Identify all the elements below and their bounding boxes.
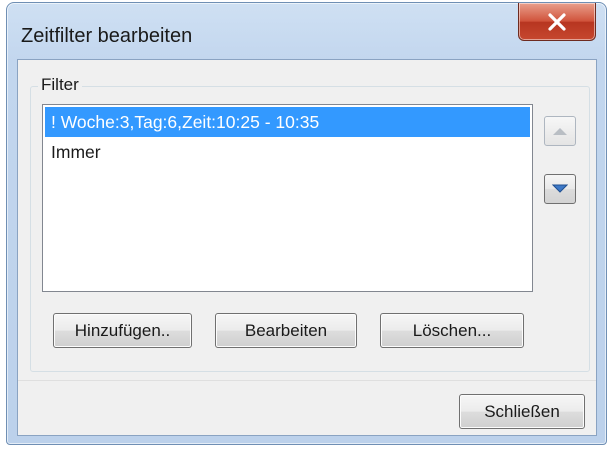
arrow-down-icon	[552, 184, 568, 193]
add-button[interactable]: Hinzufügen..	[53, 313, 192, 348]
window-title: Zeitfilter bearbeiten	[21, 25, 193, 47]
footer-separator	[18, 380, 596, 381]
list-item[interactable]: Immer	[45, 137, 530, 167]
filter-group-label: Filter	[38, 75, 82, 95]
delete-button[interactable]: Löschen...	[380, 313, 524, 348]
window-close-button[interactable]	[518, 3, 596, 41]
close-icon	[548, 12, 566, 31]
dialog-window: Zeitfilter bearbeiten Filter ! Woche:3,T…	[6, 2, 607, 445]
filter-listbox[interactable]: ! Woche:3,Tag:6,Zeit:10:25 - 10:35 Immer	[42, 104, 533, 292]
edit-button[interactable]: Bearbeiten	[215, 313, 357, 348]
close-button[interactable]: Schließen	[459, 394, 585, 429]
dialog-client-area: Filter ! Woche:3,Tag:6,Zeit:10:25 - 10:3…	[17, 59, 597, 436]
arrow-up-icon	[553, 128, 567, 135]
move-down-button[interactable]	[544, 174, 576, 204]
move-up-button[interactable]	[544, 116, 576, 146]
list-item[interactable]: ! Woche:3,Tag:6,Zeit:10:25 - 10:35	[45, 107, 530, 137]
